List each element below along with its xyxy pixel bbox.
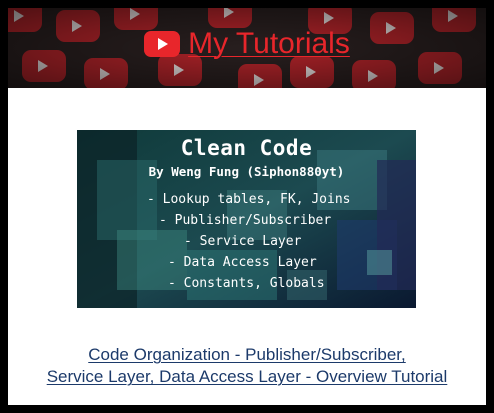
video-title-line: Code Organization - Publisher/Subscriber… [88,345,406,364]
thumbnail-topic-line: - Data Access Layer [168,255,317,270]
video-thumbnail[interactable]: Clean Code By Weng Fung (Siphon880yt) - … [77,130,416,308]
header-banner: My Tutorials [8,8,486,88]
video-title-link[interactable]: Code Organization - Publisher/Subscriber… [8,344,486,388]
page-frame: My Tutorials Clean Code By Weng Fung (Si… [8,8,486,405]
thumbnail-title: Clean Code [180,136,313,160]
youtube-play-icon [144,31,181,57]
page-title: My Tutorials [188,27,350,60]
my-tutorials-link[interactable]: My Tutorials [8,24,486,64]
thumbnail-subtitle: By Weng Fung (Siphon880yt) [148,164,345,179]
thumbnail-topic-line: - Publisher/Subscriber [159,213,332,228]
thumbnail-topic-line: - Constants, Globals [168,276,325,291]
thumbnail-topic-line: - Lookup tables, FK, Joins [147,192,351,207]
thumbnail-text: Clean Code By Weng Fung (Siphon880yt) - … [77,130,416,308]
thumbnail-topic-line: - Service Layer [184,234,302,249]
video-title-line: Service Layer, Data Access Layer - Overv… [46,367,448,386]
